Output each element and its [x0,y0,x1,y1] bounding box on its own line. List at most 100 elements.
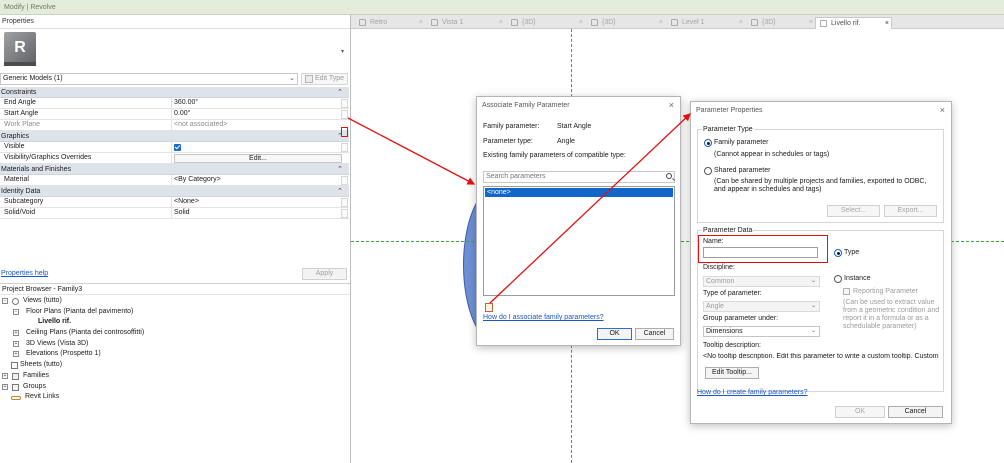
discipline-select[interactable]: Common ⌄ [703,276,820,287]
close-icon[interactable]: × [809,17,813,28]
type-selector[interactable]: Generic Models (1) ⌄ [0,73,298,85]
tab-level-1[interactable]: Level 1 × [667,17,745,29]
close-icon[interactable]: × [940,102,945,119]
tab-3d-3[interactable]: {3D} × [747,17,815,29]
end-angle-field[interactable]: 360.00° [171,98,341,108]
work-plane-field: <not associated> [171,120,341,130]
prop-label: End Angle [4,99,36,106]
solid-void-field[interactable]: Solid [171,208,341,218]
tab-livello-rif[interactable]: Livello rif. × [815,17,892,29]
type-radio[interactable] [834,249,842,257]
tree-label: Revit Links [25,393,60,401]
collapse-toggle-icon[interactable]: − [2,298,8,304]
close-icon[interactable]: × [885,18,889,29]
prop-label: Material [4,176,29,183]
close-icon[interactable]: × [659,17,663,28]
edit-type-button[interactable]: Edit Type [301,73,348,85]
material-field[interactable]: <By Category> [171,175,341,185]
collapse-icon[interactable]: ⌃ [337,87,343,98]
close-icon[interactable]: × [579,17,583,28]
expand-toggle-icon[interactable]: + [13,330,19,337]
cancel-button[interactable]: Cancel [635,328,674,340]
cancel-button[interactable]: Cancel [888,406,943,418]
tree-item-3d-views[interactable]: +3D Views (Vista 3D) [0,339,350,350]
highlight-marker [341,127,348,137]
tree-item-elevations[interactable]: + Elevations (Prospetto 1) [0,349,350,360]
group-label: Identity Data [1,188,41,195]
group-under-select[interactable]: Dimensions ⌄ [703,326,820,337]
expand-toggle-icon[interactable]: + [2,372,8,379]
subcategory-field[interactable]: <None> [171,197,341,207]
ok-button[interactable]: OK [597,328,632,340]
tab-label: Vista 1 [442,19,464,26]
shared-parameter-radio[interactable] [704,167,712,175]
expand-toggle-icon[interactable]: + [13,340,19,347]
expand-toggle-icon[interactable]: + [13,351,19,358]
associate-parameter-button[interactable] [341,198,348,207]
reporting-parameter-checkbox[interactable] [843,288,850,295]
tree-item-revit-links[interactable]: Revit Links [0,392,350,403]
family-parameter-radio[interactable] [704,139,712,147]
tab-label: Livello rif. [831,20,861,27]
export-button[interactable]: Export... [884,205,937,217]
tree-item-families[interactable]: + Families [0,371,350,382]
group-graphics[interactable]: Graphics ⌃ [0,131,349,142]
link-icon [11,396,21,401]
help-link[interactable]: How do I create family parameters? [697,389,808,396]
collapse-icon[interactable]: ⌃ [337,164,343,175]
tab-label: {3D} [762,19,776,26]
close-icon[interactable]: × [739,17,743,28]
type-gallery-arrow-icon[interactable]: ▾ [341,48,344,55]
group-constraints[interactable]: Constraints ⌃ [0,87,349,98]
discipline-value: Common [706,278,735,285]
associate-parameter-button[interactable] [341,99,348,108]
associate-parameter-button[interactable] [341,209,348,218]
close-icon[interactable]: × [669,97,674,114]
expand-toggle-icon[interactable]: + [2,383,8,390]
start-angle-field[interactable]: 0.00° [171,109,341,119]
type-of-parameter-select[interactable]: Angle ⌄ [703,301,820,312]
select-button[interactable]: Select... [827,205,880,217]
prop-label: Visibility/Graphics Overrides [4,154,92,161]
parameter-list[interactable]: <none> [483,186,675,296]
search-input[interactable]: Search parameters [483,171,675,183]
list-item[interactable]: <none> [485,188,673,197]
associate-parameter-button[interactable] [341,143,348,152]
tree-item-ceiling-plans[interactable]: + Ceiling Plans (Pianta dei controsoffitt… [0,328,350,339]
group-identity[interactable]: Identity Data ⌃ [0,186,349,197]
tab-3d-1[interactable]: {3D} × [507,17,585,29]
tree-item-views[interactable]: − Views (tutto) [0,296,350,307]
properties-help-link[interactable]: Properties help [1,270,48,277]
new-parameter-icon[interactable] [485,303,493,312]
group-under-value: Dimensions [706,328,743,335]
ok-button[interactable]: OK [835,406,885,418]
associate-parameter-button[interactable] [341,176,348,185]
group-materials[interactable]: Materials and Finishes ⌃ [0,164,349,175]
prop-label: Work Plane [4,121,41,128]
apply-button[interactable]: Apply [302,268,347,280]
group-label: Constraints [1,89,37,96]
visible-checkbox[interactable] [174,144,181,151]
edit-tooltip-button[interactable]: Edit Tooltip... [705,367,759,379]
tree-item-groups[interactable]: + Groups [0,382,350,393]
tab-3d-2[interactable]: {3D} × [587,17,665,29]
type-of-parameter-label: Type of parameter: [703,290,762,297]
tree-label: Sheets (tutto) [20,361,63,369]
associate-parameter-button[interactable] [341,110,348,119]
collapse-toggle-icon[interactable]: − [13,308,19,315]
groups-icon [12,383,19,391]
vis-overrides-edit-button[interactable]: Edit... [174,154,342,163]
collapse-icon[interactable]: ⌃ [337,186,343,197]
instance-radio[interactable] [834,275,842,283]
close-icon[interactable]: × [419,17,423,28]
help-link[interactable]: How do I associate family parameters? [483,314,604,321]
tab-vista-1[interactable]: Vista 1 × [427,17,505,29]
row-end-angle: End Angle 360.00° [0,98,349,109]
close-icon[interactable]: × [499,17,503,28]
tab-retro[interactable]: Retro × [355,17,425,29]
tree-item-sheets[interactable]: Sheets (tutto) [0,360,350,371]
tree-item-livello-rif[interactable]: Livello rif. [0,317,350,328]
tree-label: Elevations (Prospetto 1) [26,350,101,358]
parameter-type-legend: Parameter Type [702,126,754,133]
tree-item-floor-plans[interactable]: − Floor Plans (Pianta del pavimento) [0,307,350,318]
